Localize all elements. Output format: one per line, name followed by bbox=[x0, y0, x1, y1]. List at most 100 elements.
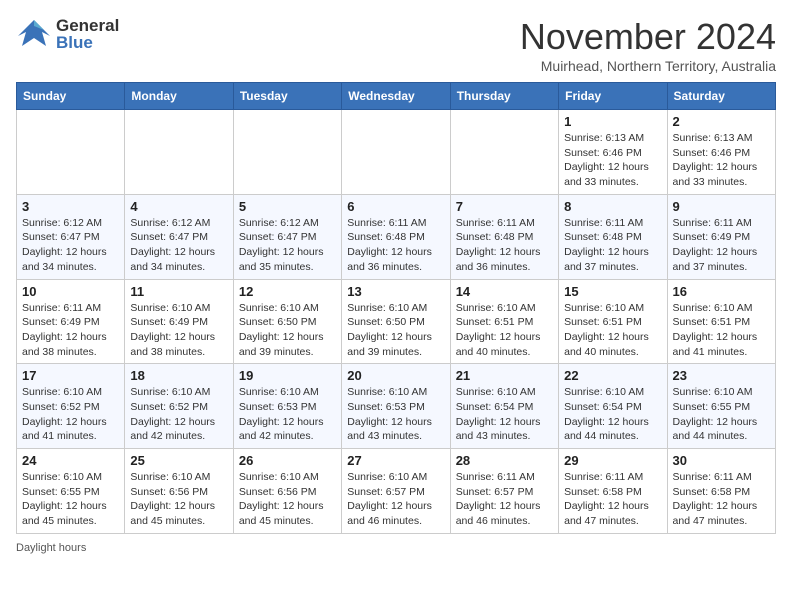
day-info: Sunrise: 6:11 AM Sunset: 6:48 PM Dayligh… bbox=[456, 216, 553, 275]
logo-bird-icon bbox=[16, 16, 52, 52]
day-number: 11 bbox=[130, 284, 227, 299]
day-info: Sunrise: 6:11 AM Sunset: 6:49 PM Dayligh… bbox=[673, 216, 770, 275]
day-info: Sunrise: 6:13 AM Sunset: 6:46 PM Dayligh… bbox=[673, 131, 770, 190]
day-info: Sunrise: 6:10 AM Sunset: 6:50 PM Dayligh… bbox=[239, 301, 336, 360]
logo-blue-text: Blue bbox=[56, 34, 119, 51]
calendar-cell: 7 Sunrise: 6:11 AM Sunset: 6:48 PM Daylig… bbox=[450, 194, 558, 279]
day-number: 25 bbox=[130, 453, 227, 468]
calendar-cell: 17 Sunrise: 6:10 AM Sunset: 6:52 PM Dayli… bbox=[17, 364, 125, 449]
day-info: Sunrise: 6:10 AM Sunset: 6:52 PM Dayligh… bbox=[22, 385, 119, 444]
calendar-cell: 10 Sunrise: 6:11 AM Sunset: 6:49 PM Dayli… bbox=[17, 279, 125, 364]
calendar-cell: 13 Sunrise: 6:10 AM Sunset: 6:50 PM Dayli… bbox=[342, 279, 450, 364]
day-info: Sunrise: 6:11 AM Sunset: 6:48 PM Dayligh… bbox=[564, 216, 661, 275]
logo-general-text: General bbox=[56, 17, 119, 34]
calendar-day-header: Monday bbox=[125, 83, 233, 110]
calendar-cell bbox=[450, 110, 558, 195]
day-number: 12 bbox=[239, 284, 336, 299]
calendar-cell bbox=[125, 110, 233, 195]
day-number: 7 bbox=[456, 199, 553, 214]
calendar-cell: 21 Sunrise: 6:10 AM Sunset: 6:54 PM Dayli… bbox=[450, 364, 558, 449]
month-title: November 2024 bbox=[520, 16, 776, 58]
calendar-day-header: Thursday bbox=[450, 83, 558, 110]
footer: Daylight hours bbox=[16, 542, 776, 554]
day-number: 9 bbox=[673, 199, 770, 214]
calendar-cell: 19 Sunrise: 6:10 AM Sunset: 6:53 PM Dayli… bbox=[233, 364, 341, 449]
day-info: Sunrise: 6:10 AM Sunset: 6:52 PM Dayligh… bbox=[130, 385, 227, 444]
day-info: Sunrise: 6:11 AM Sunset: 6:57 PM Dayligh… bbox=[456, 470, 553, 529]
day-number: 10 bbox=[22, 284, 119, 299]
day-number: 16 bbox=[673, 284, 770, 299]
day-number: 3 bbox=[22, 199, 119, 214]
calendar-cell: 6 Sunrise: 6:11 AM Sunset: 6:48 PM Daylig… bbox=[342, 194, 450, 279]
day-info: Sunrise: 6:10 AM Sunset: 6:51 PM Dayligh… bbox=[564, 301, 661, 360]
day-info: Sunrise: 6:12 AM Sunset: 6:47 PM Dayligh… bbox=[239, 216, 336, 275]
day-info: Sunrise: 6:13 AM Sunset: 6:46 PM Dayligh… bbox=[564, 131, 661, 190]
calendar-cell: 4Sunrise: 6:12 AM Sunset: 6:47 PM Daylig… bbox=[125, 194, 233, 279]
calendar-cell: 12 Sunrise: 6:10 AM Sunset: 6:50 PM Dayli… bbox=[233, 279, 341, 364]
calendar-cell: 23Sunrise: 6:10 AM Sunset: 6:55 PM Dayli… bbox=[667, 364, 775, 449]
day-info: Sunrise: 6:10 AM Sunset: 6:56 PM Dayligh… bbox=[239, 470, 336, 529]
day-info: Sunrise: 6:10 AM Sunset: 6:57 PM Dayligh… bbox=[347, 470, 444, 529]
calendar-cell: 20 Sunrise: 6:10 AM Sunset: 6:53 PM Dayli… bbox=[342, 364, 450, 449]
calendar-cell: 9 Sunrise: 6:11 AM Sunset: 6:49 PM Daylig… bbox=[667, 194, 775, 279]
day-info: Sunrise: 6:10 AM Sunset: 6:54 PM Dayligh… bbox=[456, 385, 553, 444]
day-number: 23 bbox=[673, 368, 770, 383]
day-info: Sunrise: 6:10 AM Sunset: 6:56 PM Dayligh… bbox=[130, 470, 227, 529]
day-number: 13 bbox=[347, 284, 444, 299]
day-number: 17 bbox=[22, 368, 119, 383]
calendar-week-row: 24 Sunrise: 6:10 AM Sunset: 6:55 PM Dayli… bbox=[17, 449, 776, 534]
day-info: Sunrise: 6:10 AM Sunset: 6:55 PM Dayligh… bbox=[22, 470, 119, 529]
day-info: Sunrise: 6:10 AM Sunset: 6:50 PM Dayligh… bbox=[347, 301, 444, 360]
day-info: Sunrise: 6:10 AM Sunset: 6:54 PM Dayligh… bbox=[564, 385, 661, 444]
day-info: Sunrise: 6:11 AM Sunset: 6:48 PM Dayligh… bbox=[347, 216, 444, 275]
calendar-table: SundayMondayTuesdayWednesdayThursdayFrid… bbox=[16, 82, 776, 534]
day-number: 14 bbox=[456, 284, 553, 299]
day-number: 24 bbox=[22, 453, 119, 468]
location-text: Muirhead, Northern Territory, Australia bbox=[520, 58, 776, 74]
calendar-cell: 1 Sunrise: 6:13 AM Sunset: 6:46 PM Daylig… bbox=[559, 110, 667, 195]
day-number: 27 bbox=[347, 453, 444, 468]
calendar-cell bbox=[342, 110, 450, 195]
calendar-day-header: Sunday bbox=[17, 83, 125, 110]
day-number: 20 bbox=[347, 368, 444, 383]
day-number: 5 bbox=[239, 199, 336, 214]
calendar-cell: 22Sunrise: 6:10 AM Sunset: 6:54 PM Dayli… bbox=[559, 364, 667, 449]
day-number: 2 bbox=[673, 114, 770, 129]
calendar-cell: 5 Sunrise: 6:12 AM Sunset: 6:47 PM Daylig… bbox=[233, 194, 341, 279]
calendar-day-header: Friday bbox=[559, 83, 667, 110]
calendar-day-header: Wednesday bbox=[342, 83, 450, 110]
calendar-cell: 28 Sunrise: 6:11 AM Sunset: 6:57 PM Dayli… bbox=[450, 449, 558, 534]
footer-text: Daylight hours bbox=[16, 542, 86, 554]
calendar-cell: 30Sunrise: 6:11 AM Sunset: 6:58 PM Dayli… bbox=[667, 449, 775, 534]
day-number: 28 bbox=[456, 453, 553, 468]
day-info: Sunrise: 6:10 AM Sunset: 6:51 PM Dayligh… bbox=[673, 301, 770, 360]
calendar-cell: 14Sunrise: 6:10 AM Sunset: 6:51 PM Dayli… bbox=[450, 279, 558, 364]
day-number: 1 bbox=[564, 114, 661, 129]
calendar-cell bbox=[233, 110, 341, 195]
calendar-cell: 26 Sunrise: 6:10 AM Sunset: 6:56 PM Dayli… bbox=[233, 449, 341, 534]
calendar-cell: 29Sunrise: 6:11 AM Sunset: 6:58 PM Dayli… bbox=[559, 449, 667, 534]
calendar-week-row: 17 Sunrise: 6:10 AM Sunset: 6:52 PM Dayli… bbox=[17, 364, 776, 449]
day-number: 15 bbox=[564, 284, 661, 299]
day-info: Sunrise: 6:12 AM Sunset: 6:47 PM Dayligh… bbox=[130, 216, 227, 275]
calendar-cell: 24 Sunrise: 6:10 AM Sunset: 6:55 PM Dayli… bbox=[17, 449, 125, 534]
day-number: 19 bbox=[239, 368, 336, 383]
logo: General Blue bbox=[16, 16, 119, 52]
day-info: Sunrise: 6:10 AM Sunset: 6:53 PM Dayligh… bbox=[239, 385, 336, 444]
day-number: 6 bbox=[347, 199, 444, 214]
day-info: Sunrise: 6:10 AM Sunset: 6:49 PM Dayligh… bbox=[130, 301, 227, 360]
day-info: Sunrise: 6:11 AM Sunset: 6:49 PM Dayligh… bbox=[22, 301, 119, 360]
day-number: 8 bbox=[564, 199, 661, 214]
day-info: Sunrise: 6:10 AM Sunset: 6:53 PM Dayligh… bbox=[347, 385, 444, 444]
calendar-week-row: 1 Sunrise: 6:13 AM Sunset: 6:46 PM Daylig… bbox=[17, 110, 776, 195]
calendar-cell bbox=[17, 110, 125, 195]
calendar-cell: 8 Sunrise: 6:11 AM Sunset: 6:48 PM Daylig… bbox=[559, 194, 667, 279]
day-number: 26 bbox=[239, 453, 336, 468]
calendar-day-header: Saturday bbox=[667, 83, 775, 110]
calendar-cell: 11 Sunrise: 6:10 AM Sunset: 6:49 PM Dayli… bbox=[125, 279, 233, 364]
day-number: 21 bbox=[456, 368, 553, 383]
calendar-week-row: 10 Sunrise: 6:11 AM Sunset: 6:49 PM Dayli… bbox=[17, 279, 776, 364]
calendar-cell: 3Sunrise: 6:12 AM Sunset: 6:47 PM Daylig… bbox=[17, 194, 125, 279]
calendar-cell: 25 Sunrise: 6:10 AM Sunset: 6:56 PM Dayli… bbox=[125, 449, 233, 534]
calendar-cell: 27 Sunrise: 6:10 AM Sunset: 6:57 PM Dayli… bbox=[342, 449, 450, 534]
